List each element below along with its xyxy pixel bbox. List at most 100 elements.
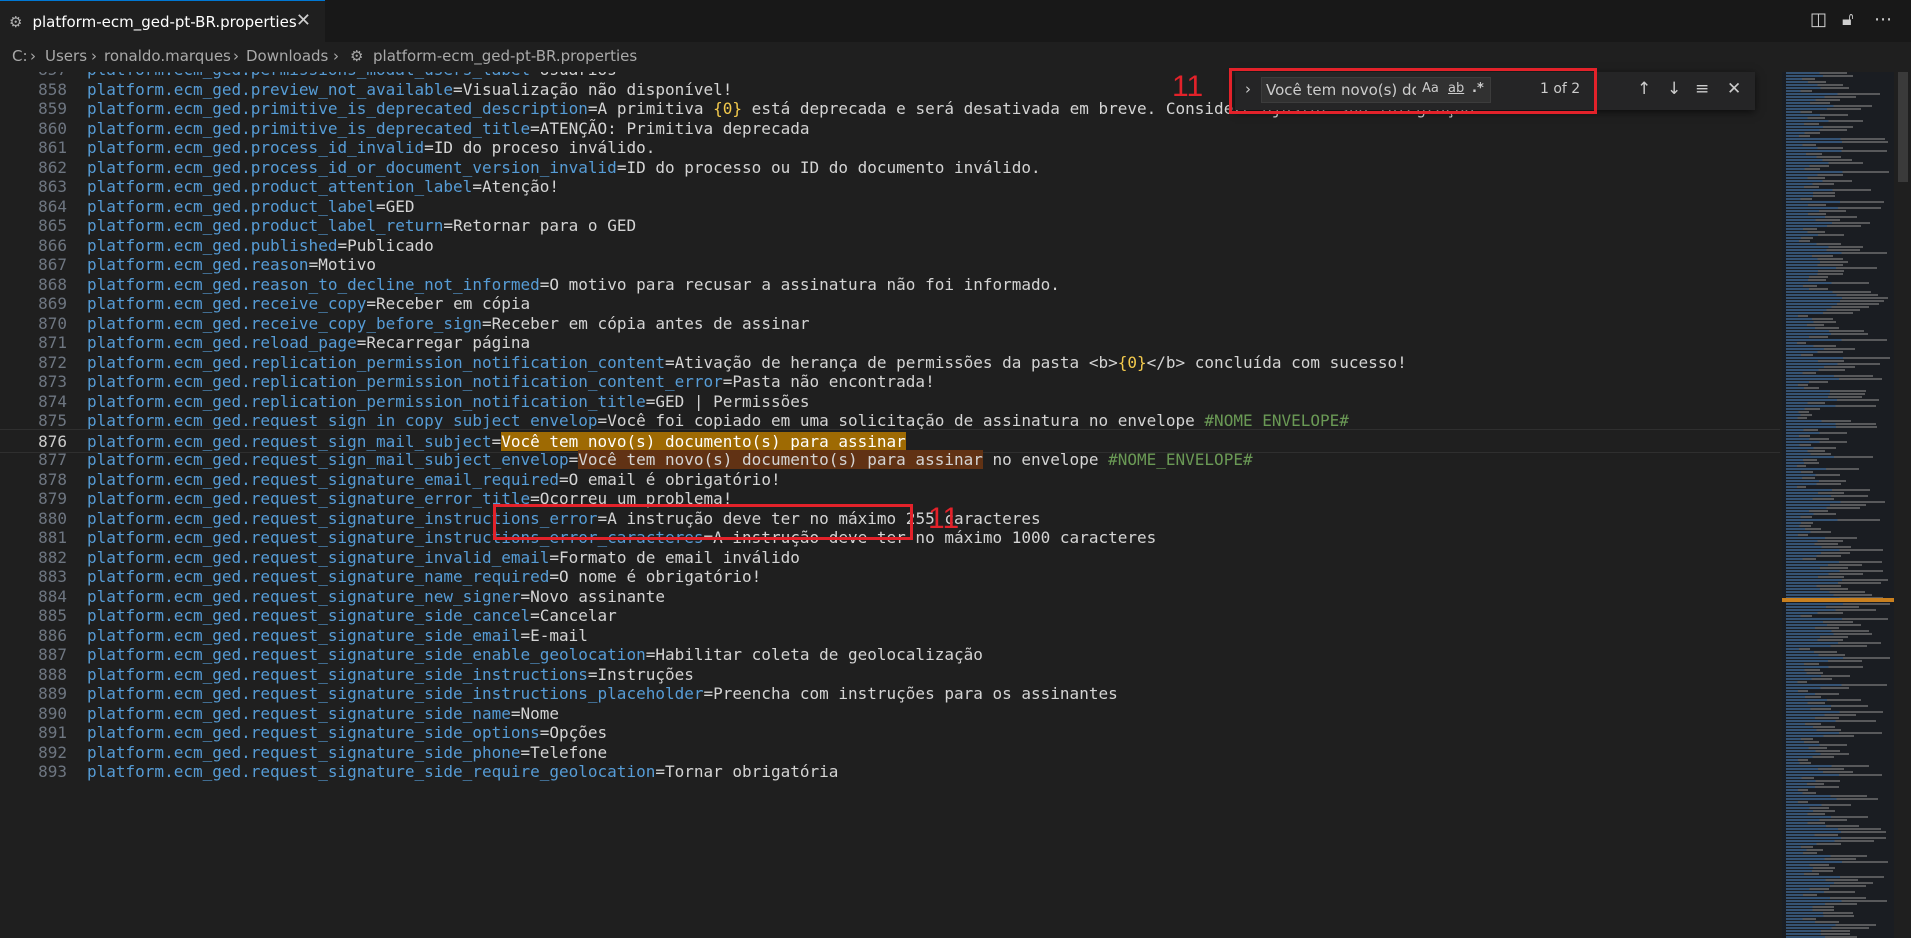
minimap-line: [1786, 408, 1820, 410]
minimap-line: [1786, 624, 1861, 626]
minimap-line: [1786, 855, 1867, 857]
breadcrumb-user[interactable]: ronaldo.marques: [104, 47, 231, 65]
equals-sign: =: [520, 625, 531, 645]
minimap-line: [1786, 927, 1869, 929]
minimap-line: [1786, 531, 1831, 533]
close-find-icon[interactable]: ✕: [1727, 79, 1741, 99]
minimap-line: [1786, 369, 1845, 371]
minimap-line: [1786, 318, 1833, 320]
minimap-line: [1786, 468, 1859, 470]
minimap-line: [1786, 849, 1823, 851]
minimap-line: [1786, 726, 1835, 728]
minimap-line: [1786, 861, 1888, 863]
close-icon[interactable]: ✕: [296, 10, 311, 31]
find-in-selection-icon[interactable]: ≡: [1695, 79, 1709, 99]
breadcrumb-downloads[interactable]: Downloads: [246, 47, 328, 65]
unlock-icon[interactable]: 🔓︎: [1842, 9, 1854, 30]
equals-sign: =: [703, 684, 714, 703]
minimap-line: [1786, 453, 1831, 455]
minimap-line: [1786, 567, 1848, 569]
minimap-line: [1786, 87, 1849, 89]
minimap-line: [1786, 156, 1841, 158]
minimap-line: [1786, 783, 1824, 785]
minimap-line: [1786, 330, 1864, 332]
minimap-line: [1786, 537, 1857, 539]
equals-sign: =: [443, 216, 454, 235]
minimap-line: [1786, 765, 1869, 767]
equals-sign: =: [520, 742, 531, 762]
previous-match-icon[interactable]: ↑: [1637, 79, 1651, 99]
chevron-right-icon: ›: [233, 47, 239, 65]
minimap-line: [1786, 102, 1830, 104]
minimap-line: [1786, 822, 1825, 824]
minimap-line: [1786, 417, 1807, 419]
minimap-line: [1786, 231, 1825, 233]
minimap-line: [1786, 471, 1813, 473]
minimap-line: [1786, 477, 1815, 479]
minimap-line: [1786, 702, 1825, 704]
minimap-line: [1786, 78, 1815, 80]
minimap-line: [1786, 738, 1813, 740]
breadcrumb-file[interactable]: platform-ecm_ged-pt-BR.properties: [373, 47, 637, 65]
minimap-line: [1786, 120, 1863, 122]
minimap-line: [1786, 438, 1829, 440]
minimap-line: [1786, 888, 1829, 890]
minimap-line: [1786, 852, 1817, 854]
property-key: platform.ecm_ged.reload_page: [87, 333, 357, 352]
equals-sign: =: [424, 138, 434, 157]
minimap-line: [1786, 399, 1879, 401]
minimap-line: [1786, 384, 1808, 386]
more-actions-icon[interactable]: ⋯: [1874, 9, 1892, 30]
minimap-line: [1786, 498, 1834, 500]
minimap[interactable]: [1782, 72, 1894, 938]
minimap-line: [1786, 933, 1850, 935]
breadcrumb-users[interactable]: Users: [45, 47, 87, 65]
minimap-line: [1786, 606, 1859, 608]
property-key: platform.ecm_ged.reason_to_decline_not_i…: [87, 274, 540, 294]
value-text: GED | Permissões: [655, 391, 810, 411]
minimap-line: [1786, 630, 1869, 632]
value-text: Retornar para o GED: [453, 216, 637, 235]
vertical-scrollbar[interactable]: [1896, 72, 1911, 938]
equals-sign: =: [453, 79, 463, 99]
minimap-line: [1786, 621, 1853, 623]
minimap-line: [1786, 651, 1837, 653]
minimap-line: [1786, 387, 1819, 389]
minimap-line: [1786, 882, 1873, 884]
next-match-icon[interactable]: ↓: [1667, 79, 1681, 99]
code-line[interactable]: 893 platform.ecm_ged.request_signature_si…: [0, 760, 1780, 784]
minimap-line: [1786, 612, 1843, 614]
value-text: #NOME_ENVELOPE#: [1108, 450, 1253, 469]
property-key: platform.ecm_ged.reason: [87, 255, 309, 274]
breadcrumb-drive[interactable]: C:: [12, 47, 28, 65]
minimap-line: [1786, 753, 1849, 755]
value-text: Nome: [520, 703, 560, 723]
value-text: </b> concluída com sucesso!: [1146, 352, 1407, 372]
minimap-line: [1786, 489, 1870, 491]
minimap-line: [1786, 186, 1819, 188]
property-key: platform.ecm_ged.process_id_or_document_…: [87, 157, 617, 177]
value-text: Você foi copiado em uma solicitação de a…: [607, 411, 1205, 430]
minimap-line: [1786, 687, 1849, 689]
minimap-line: [1786, 141, 1888, 143]
property-key: platform.ecm_ged.published: [87, 235, 338, 255]
minimap-line: [1786, 219, 1840, 221]
editor-tab[interactable]: ⚙ platform-ecm_ged-pt-BR.properties ✕: [0, 0, 325, 42]
equals-sign: =: [308, 255, 319, 274]
split-editor-icon[interactable]: ◫: [1810, 9, 1827, 30]
minimap-line: [1786, 303, 1879, 305]
minimap-line: [1786, 147, 1843, 149]
minimap-line: [1786, 525, 1811, 527]
minimap-line: [1786, 672, 1823, 674]
minimap-line: [1786, 636, 1848, 638]
minimap-line: [1786, 834, 1838, 836]
minimap-line: [1786, 708, 1831, 710]
minimap-line: [1786, 138, 1885, 140]
minimap-line: [1786, 546, 1851, 548]
minimap-line: [1786, 858, 1856, 860]
minimap-line: [1786, 798, 1878, 800]
scrollbar-thumb[interactable]: [1898, 72, 1908, 182]
value-text: O motivo para recusar a assinatura não f…: [549, 274, 1060, 294]
minimap-line: [1786, 915, 1854, 917]
value-text: no envelope: [982, 450, 1109, 469]
